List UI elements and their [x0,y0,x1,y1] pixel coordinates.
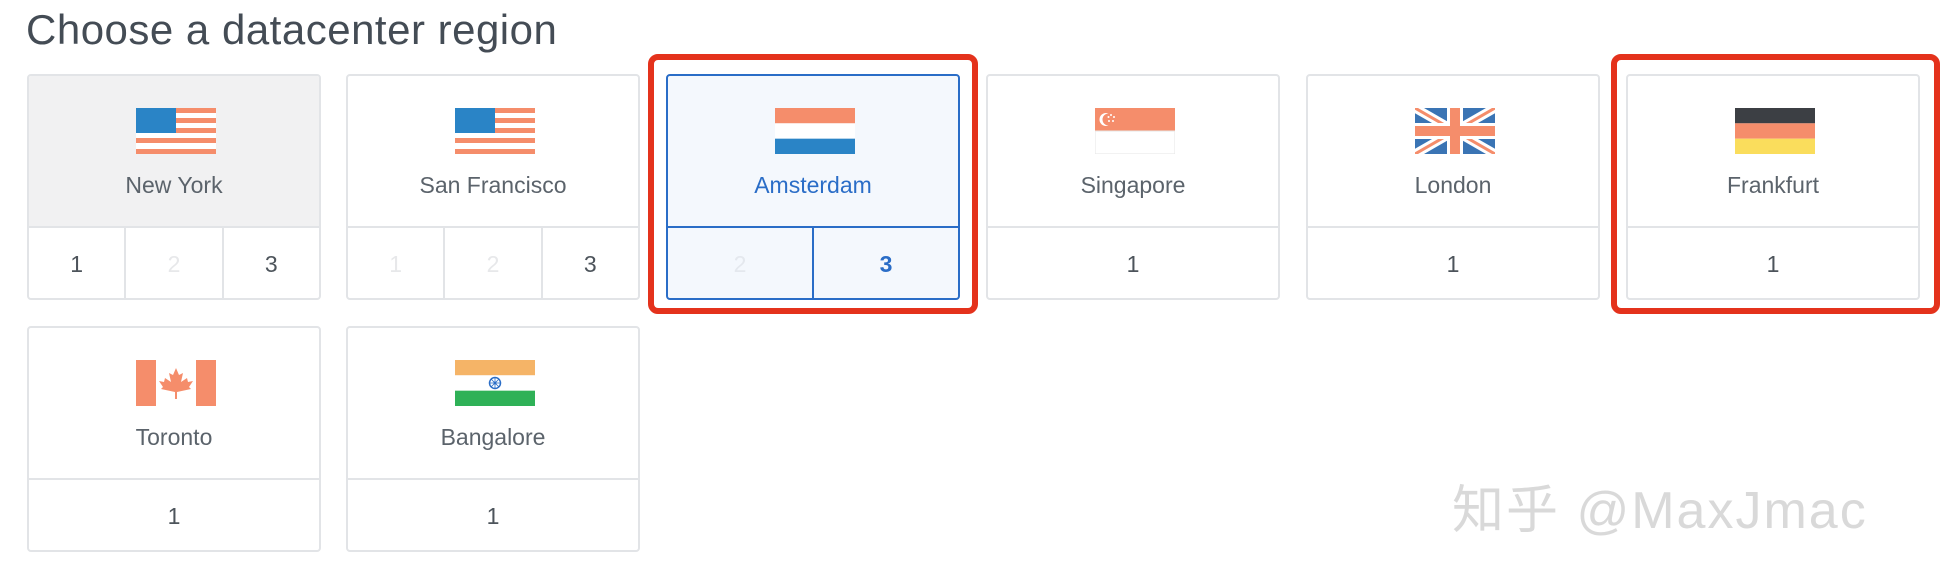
region-name: San Francisco [419,172,567,198]
region-header[interactable]: Bangalore [348,328,638,480]
datacenter-options: 1 [1308,228,1598,298]
datacenter-options: 1 [29,480,319,550]
datacenter-option[interactable]: 3 [540,228,638,298]
datacenter-option[interactable]: 1 [29,480,319,550]
region-card-new-york[interactable]: New York 1 2 3 [27,74,321,300]
region-name: Toronto [135,424,213,450]
datacenter-option[interactable]: 1 [29,228,124,298]
datacenter-option[interactable]: 1 [348,480,638,550]
region-name: Bangalore [440,424,546,450]
region-header[interactable]: Toronto [29,328,319,480]
india-flag-icon [455,360,535,406]
region-header[interactable]: New York [29,76,319,228]
page-title: Choose a datacenter region [26,6,558,53]
usa-flag-icon [455,108,535,154]
region-card-toronto[interactable]: Toronto 1 [27,326,321,552]
region-card-san-francisco[interactable]: San Francisco 1 2 3 [346,74,640,300]
highlight-box-frankfurt [1611,54,1940,314]
region-name: London [1414,172,1492,198]
usa-flag-icon [136,108,216,154]
datacenter-option-disabled: 1 [389,250,403,277]
datacenter-option-disabled: 2 [443,228,540,298]
region-card-bangalore[interactable]: Bangalore 1 [346,326,640,552]
datacenter-option[interactable]: 1 [1308,228,1598,298]
highlight-box-amsterdam [648,54,978,314]
datacenter-options: 1 2 3 [348,228,638,298]
canada-flag-icon [136,360,216,406]
watermark: 知乎 @MaxJmac [1452,482,1868,540]
datacenter-option[interactable]: 1 [988,228,1278,298]
region-card-london[interactable]: London 1 [1306,74,1600,300]
singapore-flag-icon [1095,108,1175,154]
region-name: New York [125,172,223,198]
region-header[interactable]: London [1308,76,1598,228]
datacenter-options: 1 [988,228,1278,298]
uk-flag-icon [1415,108,1495,154]
region-name: Singapore [1080,172,1186,198]
datacenter-options: 1 [348,480,638,550]
region-header[interactable]: Singapore [988,76,1278,228]
region-card-singapore[interactable]: Singapore 1 [986,74,1280,300]
region-header[interactable]: San Francisco [348,76,638,228]
datacenter-option[interactable]: 3 [221,228,319,298]
datacenter-options: 1 2 3 [29,228,319,298]
datacenter-option-disabled: 2 [124,228,221,298]
